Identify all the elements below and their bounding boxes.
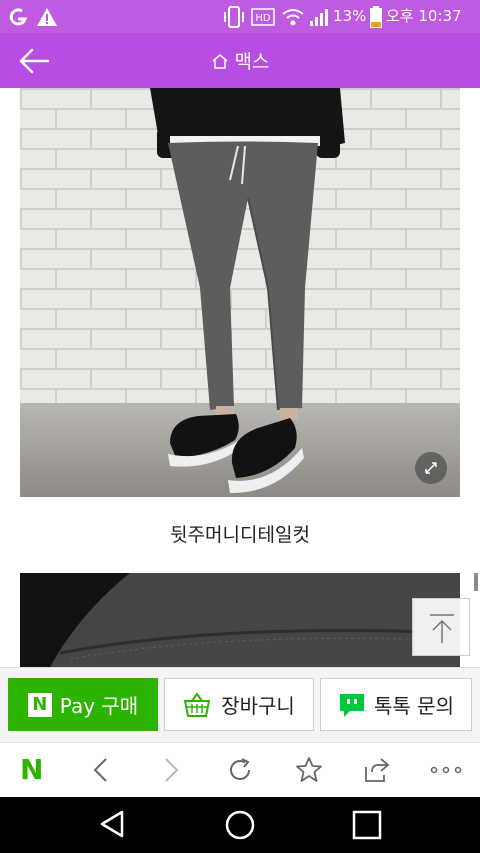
cart-label: 장바구니 bbox=[221, 694, 295, 718]
header-title[interactable]: 맥스 bbox=[0, 33, 480, 88]
share-icon[interactable] bbox=[361, 755, 391, 785]
talk-inquiry-button[interactable]: 톡톡 문의 bbox=[320, 678, 472, 731]
purchase-bar: N Pay 구매 장바구니 톡톡 문의 bbox=[0, 667, 480, 743]
scroll-top-button[interactable] bbox=[412, 598, 470, 656]
npay-label: Pay 구매 bbox=[59, 694, 139, 718]
scrollbar-thumb[interactable] bbox=[474, 573, 478, 591]
status-time: 오후 10:37 bbox=[386, 7, 462, 25]
forward-icon[interactable] bbox=[160, 757, 182, 783]
arrow-up-icon bbox=[430, 614, 454, 643]
product-photo bbox=[20, 88, 460, 497]
carrier-logo-icon bbox=[9, 8, 28, 26]
home-icon bbox=[212, 53, 228, 69]
refresh-icon[interactable] bbox=[226, 756, 254, 784]
more-icon[interactable] bbox=[430, 765, 462, 775]
photo-caption: 뒷주머니디테일컷 bbox=[170, 524, 310, 546]
expand-icon bbox=[425, 462, 437, 474]
nav-home-icon[interactable] bbox=[224, 809, 256, 841]
wifi-icon bbox=[282, 9, 304, 26]
naver-home-logo[interactable]: N bbox=[20, 755, 43, 785]
npay-buy-button[interactable]: N Pay 구매 bbox=[8, 678, 158, 731]
talk-label: 톡톡 문의 bbox=[374, 694, 454, 718]
vibrate-icon bbox=[224, 6, 244, 28]
warning-icon bbox=[37, 8, 57, 26]
battery-percent: 13% bbox=[333, 7, 367, 25]
status-bar: HD 13% 오후 10:37 bbox=[0, 0, 480, 33]
system-nav-bar bbox=[0, 797, 480, 853]
basket-icon bbox=[183, 691, 211, 717]
expand-photo-button[interactable] bbox=[415, 452, 447, 484]
talk-chat-icon bbox=[340, 693, 365, 717]
battery-icon bbox=[370, 6, 382, 28]
hd-icon: HD bbox=[251, 8, 275, 26]
nav-back-icon[interactable] bbox=[98, 809, 128, 839]
npay-logo: N bbox=[27, 692, 52, 717]
product-photo-detail bbox=[20, 573, 460, 667]
app-header: 맥스 bbox=[0, 33, 480, 88]
signal-icon bbox=[310, 9, 328, 26]
back-icon[interactable] bbox=[90, 757, 112, 783]
bookmark-star-icon[interactable] bbox=[294, 755, 324, 785]
browser-toolbar: N bbox=[0, 742, 480, 798]
nav-recents-icon[interactable] bbox=[352, 810, 382, 840]
page-title: 맥스 bbox=[234, 51, 270, 73]
cart-button[interactable]: 장바구니 bbox=[164, 678, 314, 731]
svg-text:HD: HD bbox=[255, 13, 271, 24]
